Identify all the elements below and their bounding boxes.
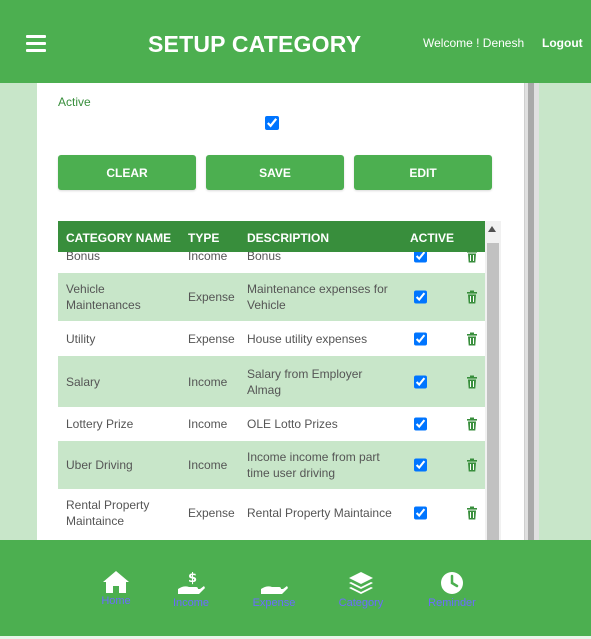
row-active-checkbox[interactable]	[414, 458, 427, 472]
row-active-checkbox[interactable]	[414, 332, 427, 345]
row-active-checkbox[interactable]	[414, 375, 427, 388]
table-row[interactable]: Salary Income Salary from Employer Almag	[58, 356, 485, 407]
nav-home[interactable]: Home	[81, 570, 151, 607]
type-cell: Expense	[188, 506, 235, 520]
hand-dollar-icon: $	[178, 571, 205, 594]
trash-icon[interactable]	[466, 458, 478, 472]
description-cell: OLE Lotto Prizes	[247, 417, 338, 431]
home-icon	[103, 571, 129, 593]
edit-button[interactable]: EDIT	[354, 155, 492, 190]
trash-icon[interactable]	[466, 506, 478, 520]
trash-icon[interactable]	[466, 332, 478, 345]
scroll-up-icon[interactable]	[488, 226, 496, 232]
nav-label-reminder: Reminder	[428, 597, 476, 609]
category-name-cell: Rental Property Maintaince	[66, 498, 150, 528]
nav-label-income: Income	[172, 597, 210, 609]
trash-icon[interactable]	[466, 375, 478, 388]
description-cell: Maintenance expenses for Vehicle	[247, 282, 388, 312]
menu-icon[interactable]	[26, 35, 46, 52]
table-row[interactable]: Lottery Prize Income OLE Lotto Prizes	[58, 407, 485, 441]
type-cell: Income	[188, 417, 228, 431]
type-cell: Expense	[188, 331, 235, 346]
table-row[interactable]: Uber Driving Income Income income from par…	[58, 441, 485, 489]
category-name-cell: Lottery Prize	[66, 417, 134, 431]
category-name-cell: Utility	[66, 331, 96, 346]
type-cell: Income	[188, 458, 228, 472]
description-cell: Rental Property Maintaince	[247, 506, 392, 520]
panel-scrollbar[interactable]	[524, 83, 539, 540]
save-button[interactable]: SAVE	[206, 155, 344, 190]
nav-label-category: Category	[338, 597, 384, 609]
nav-expense[interactable]: Expense	[239, 570, 309, 609]
page-title: SETUP CATEGORY	[148, 31, 362, 57]
description-cell: House utility expenses	[247, 331, 368, 346]
description-cell: Income income from part time user drivin…	[247, 450, 380, 480]
row-active-checkbox[interactable]	[414, 417, 427, 431]
table-row[interactable]: Rental Property Maintaince Expense Rental …	[58, 489, 485, 537]
table-row[interactable]: Utility Expense House utility expenses	[58, 321, 485, 356]
category-name-cell: Vehicle Maintenances	[66, 282, 141, 312]
nav-label-expense: Expense	[252, 597, 296, 609]
bottom-nav: Home $ Income Expense Category Reminder	[0, 540, 591, 636]
col-type: TYPE	[188, 231, 220, 245]
col-category-name: CATEGORY NAME	[66, 231, 172, 245]
table-header: CATEGORY NAME TYPE DESCRIPTION ACTIVE	[58, 221, 485, 252]
trash-icon[interactable]	[466, 290, 478, 304]
welcome-text: Welcome ! Denesh	[423, 36, 525, 50]
clock-icon	[441, 572, 463, 594]
layers-icon	[349, 572, 373, 594]
svg-text:$: $	[188, 571, 197, 586]
table-row[interactable]: Vehicle Maintenances Expense Maintenance e…	[58, 273, 485, 321]
col-active: ACTIVE	[410, 231, 455, 245]
nav-reminder[interactable]: Reminder	[417, 570, 487, 609]
category-name-cell: Uber Driving	[66, 458, 133, 472]
col-description: DESCRIPTION	[247, 231, 330, 245]
nav-income[interactable]: $ Income	[156, 570, 226, 609]
category-name-cell: Salary	[66, 374, 101, 389]
hand-icon	[261, 586, 288, 594]
trash-icon[interactable]	[466, 417, 478, 431]
row-active-checkbox[interactable]	[414, 290, 427, 304]
category-table: Bonus Income Bonus Vehicle Maintenances Expe…	[58, 221, 501, 540]
app-header: SETUP CATEGORY Welcome ! Denesh Logout	[0, 0, 591, 83]
row-active-checkbox[interactable]	[414, 506, 427, 520]
type-cell: Income	[188, 374, 228, 389]
nav-category[interactable]: Category	[326, 570, 396, 609]
table-scrollbar[interactable]	[485, 221, 501, 540]
description-cell: Salary from Employer Almag	[247, 366, 363, 397]
logout-link[interactable]: Logout	[542, 36, 583, 50]
scroll-thumb[interactable]	[487, 243, 499, 540]
clear-button[interactable]: CLEAR	[58, 155, 196, 190]
active-label: Active	[58, 95, 91, 109]
nav-label-home: Home	[101, 595, 131, 607]
active-checkbox[interactable]	[265, 116, 279, 130]
type-cell: Expense	[188, 290, 235, 304]
